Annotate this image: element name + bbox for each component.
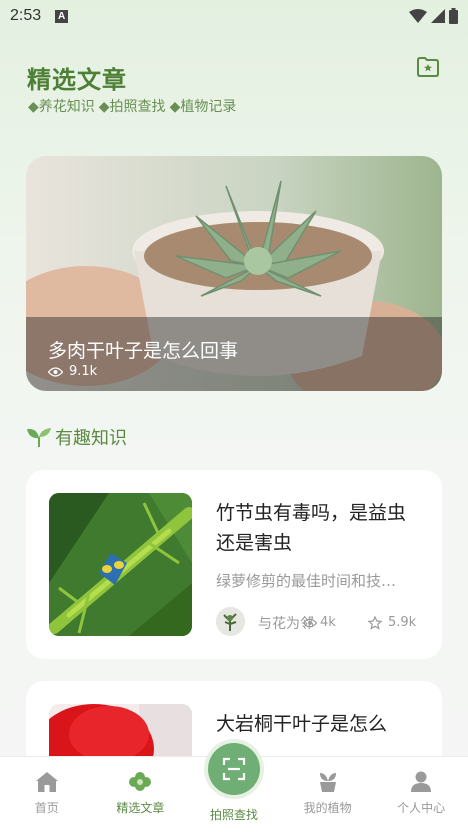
status-icons (409, 8, 458, 24)
hero-views-count: 9.1k (69, 364, 98, 379)
notification-icon: A (55, 9, 69, 23)
header-tags: ◆养花知识 ◆拍照查找 ◆植物记录 (28, 96, 236, 116)
sprout-icon (27, 428, 51, 447)
status-time: 2:53 (10, 7, 42, 24)
status-bar: 2:53 A (0, 0, 468, 32)
tab-my-plants[interactable]: 我的植物 (281, 757, 375, 832)
star-icon (368, 615, 382, 630)
stick-insect-image (49, 493, 192, 636)
eye-icon (48, 366, 63, 377)
tab-articles[interactable]: 精选文章 (94, 757, 188, 832)
article-desc: 绿萝修剪的最佳时间和技… (216, 572, 397, 590)
home-icon (35, 772, 58, 792)
tab-label: 精选文章 (116, 801, 165, 815)
tab-home[interactable]: 首页 (0, 757, 94, 832)
article-views-count: 4k (320, 615, 336, 630)
scan-icon (222, 757, 246, 781)
section-title-label: 有趣知识 (55, 428, 127, 449)
tab-label: 拍照查找 (209, 808, 258, 822)
signal-icon (431, 9, 445, 23)
bottom-tab-bar: 首页 精选文章 拍照查找 我的植物 个人中心 (0, 743, 468, 832)
camera-button[interactable] (207, 743, 260, 795)
person-icon (411, 771, 432, 792)
section-title: 有趣知识 (27, 424, 127, 450)
eye-icon (303, 618, 317, 627)
avatar (216, 607, 245, 636)
tab-label: 首页 (34, 801, 59, 815)
wifi-icon (409, 9, 427, 23)
flower-icon (129, 772, 152, 791)
tab-profile[interactable]: 个人中心 (374, 757, 468, 832)
battery-icon (449, 8, 458, 24)
article-stars-count: 5.9k (388, 615, 417, 630)
folder-star-icon (417, 57, 439, 77)
collection-folder-button[interactable] (416, 56, 440, 78)
tag-care: ◆养花知识 (28, 99, 95, 115)
page-title: 精选文章 (27, 66, 127, 94)
tag-record: ◆植物记录 (169, 99, 237, 115)
tab-label: 个人中心 (397, 801, 446, 815)
article-thumbnail (49, 493, 192, 636)
hero-views: 9.1k (48, 364, 97, 379)
article-views: 4k (303, 615, 336, 630)
hero-article-card[interactable]: 多肉干叶子是怎么回事 9.1k (26, 156, 442, 391)
hero-title: 多肉干叶子是怎么回事 (48, 340, 239, 362)
tag-photo: ◆拍照查找 (98, 99, 166, 115)
article-stars[interactable]: 5.9k (368, 615, 416, 630)
article-meta: 与花为邻 4k 5.9k (216, 607, 426, 637)
plant-icon (319, 773, 336, 792)
tab-label: 我的植物 (303, 801, 352, 815)
tab-photo-search[interactable]: 拍照查找 (187, 743, 281, 832)
article-card[interactable]: 竹节虫有毒吗，是益虫还是害虫 绿萝修剪的最佳时间和技… 与花为邻 4k 5.9k (26, 470, 442, 659)
avatar-plant-icon (216, 607, 245, 636)
article-title: 竹节虫有毒吗，是益虫还是害虫 (216, 502, 407, 554)
article-title: 大岩桐干叶子是怎么 (216, 713, 388, 735)
